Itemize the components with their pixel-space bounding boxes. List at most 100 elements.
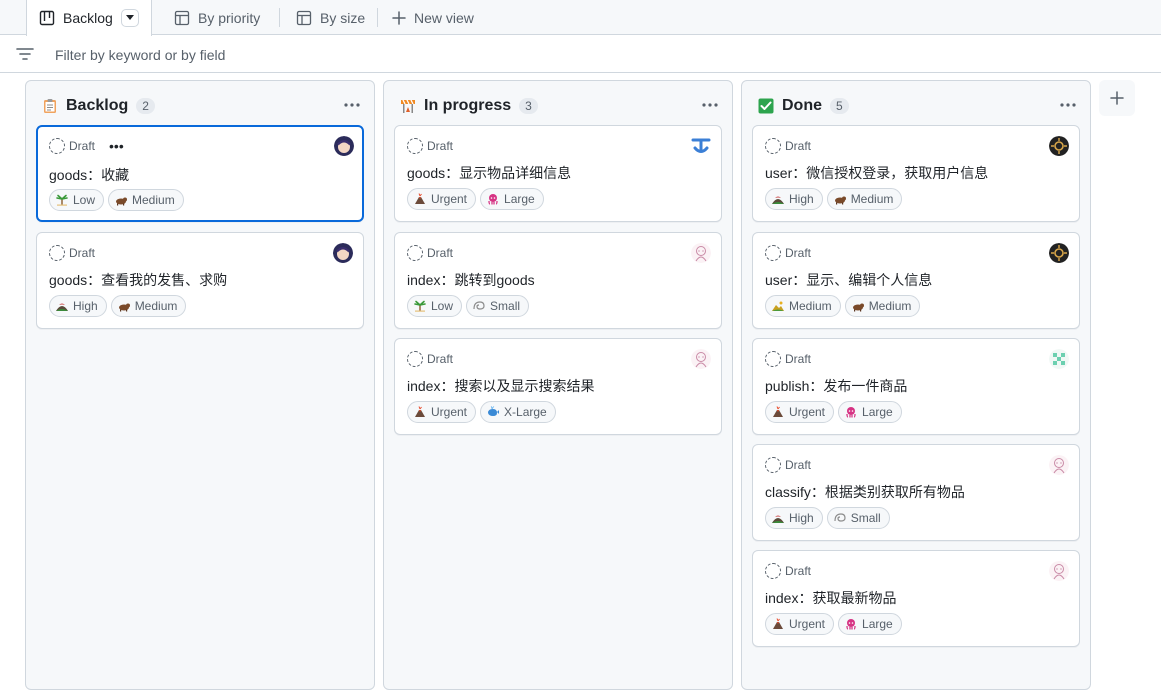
assignee-avatar[interactable] — [1049, 455, 1069, 475]
assignee-avatar[interactable] — [1049, 561, 1069, 581]
clipboard-icon — [42, 98, 58, 114]
assignee-avatar[interactable] — [691, 243, 711, 263]
size-label[interactable]: Large — [838, 613, 902, 635]
card-labels: Urgent X-Large — [407, 401, 556, 423]
column-more-options-button[interactable] — [1058, 97, 1078, 113]
table-icon — [174, 10, 190, 26]
card-labels: Low Small — [407, 295, 530, 317]
card-title[interactable]: user：显示、编辑个人信息 — [765, 270, 932, 290]
column-more-options-button[interactable] — [700, 97, 720, 113]
status-text: Draft — [785, 139, 812, 153]
card-more-options-button[interactable]: ••• — [109, 138, 124, 154]
label-text: Large — [862, 405, 893, 419]
card-title[interactable]: goods：收藏 — [49, 165, 129, 185]
label-text: Low — [73, 193, 96, 207]
draft-issue-icon — [407, 138, 423, 154]
status-text: Draft — [785, 458, 812, 472]
size-label[interactable]: Medium — [826, 188, 903, 210]
draft-card[interactable]: Draft classify：根据类别获取所有物品 High Small — [752, 444, 1080, 541]
draft-card[interactable]: Draft goods：查看我的发售、求购 High Medium — [36, 232, 364, 329]
assignee-avatar[interactable] — [1049, 136, 1069, 156]
card-labels: High Small — [765, 507, 890, 529]
assignee-avatar[interactable] — [1049, 349, 1069, 369]
priority-label[interactable]: Low — [49, 189, 105, 211]
check-box-icon — [758, 98, 774, 114]
card-title[interactable]: goods：查看我的发售、求购 — [49, 270, 227, 290]
draft-status: Draft — [765, 138, 811, 154]
draft-card[interactable]: Draft index：搜索以及显示搜索结果 Urgent X-Large — [394, 338, 722, 435]
draft-status: Draft — [765, 457, 811, 473]
assignee-avatar[interactable] — [333, 243, 353, 263]
volcano-icon — [773, 618, 783, 629]
priority-label[interactable]: High — [49, 295, 107, 317]
assignee-avatar[interactable] — [691, 136, 711, 156]
tab-backlog[interactable]: Backlog — [26, 0, 152, 36]
size-label[interactable]: Small — [826, 507, 890, 529]
tab-by-priority[interactable]: By priority — [174, 0, 260, 35]
assignee-avatar[interactable] — [1049, 243, 1069, 263]
column-title: Backlog — [66, 97, 129, 114]
assignee-avatar[interactable] — [334, 136, 354, 156]
add-column-button[interactable] — [1099, 80, 1135, 116]
card-title[interactable]: publish：发布一件商品 — [765, 376, 907, 396]
rabbit-icon — [834, 196, 846, 205]
card-title[interactable]: index：获取最新物品 — [765, 588, 896, 608]
shell-icon — [473, 301, 485, 310]
tab-by-size[interactable]: By size — [296, 0, 365, 35]
size-label[interactable]: Large — [480, 188, 544, 210]
column-header: Backlog 2 — [42, 95, 155, 117]
draft-card[interactable]: Draft index：获取最新物品 Urgent Large — [752, 550, 1080, 647]
new-view-button[interactable]: New view — [392, 0, 474, 35]
label-text: High — [73, 299, 98, 313]
status-text: Draft — [69, 246, 96, 260]
card-title[interactable]: user：微信授权登录，获取用户信息 — [765, 163, 988, 183]
size-label[interactable]: Medium — [110, 295, 187, 317]
card-title[interactable]: classify：根据类别获取所有物品 — [765, 482, 965, 502]
filter-input[interactable] — [48, 42, 648, 68]
draft-card[interactable]: Draft user：微信授权登录，获取用户信息 High Medium — [752, 125, 1080, 222]
priority-label[interactable]: Urgent — [407, 188, 477, 210]
draft-card[interactable]: Draft goods：显示物品详细信息 Urgent Large — [394, 125, 722, 222]
octopus-icon — [846, 407, 856, 418]
priority-label[interactable]: High — [765, 507, 823, 529]
label-text: Medium — [132, 193, 175, 207]
draft-card[interactable]: Draft ••• goods：收藏 Low Medium — [36, 125, 364, 222]
priority-label[interactable]: Low — [407, 295, 463, 317]
assignee-avatar[interactable] — [691, 349, 711, 369]
draft-status: Draft — [765, 351, 811, 367]
column-count-badge: 5 — [830, 98, 849, 114]
size-label[interactable]: Medium — [108, 189, 184, 211]
label-text: Low — [431, 299, 454, 313]
label-text: Small — [490, 299, 521, 313]
draft-card[interactable]: Draft publish：发布一件商品 Urgent Large — [752, 338, 1080, 435]
label-text: Urgent — [789, 405, 826, 419]
priority-label[interactable]: Urgent — [765, 401, 835, 423]
volcano-icon — [773, 406, 783, 417]
draft-status: Draft — [407, 351, 453, 367]
priority-label[interactable]: Urgent — [765, 613, 835, 635]
priority-label[interactable]: High — [765, 188, 823, 210]
size-label[interactable]: Large — [838, 401, 902, 423]
priority-label[interactable]: Medium — [765, 295, 841, 317]
priority-label[interactable]: Urgent — [407, 401, 477, 423]
card-labels: Urgent Large — [765, 401, 902, 423]
draft-status: Draft — [407, 138, 453, 154]
draft-card[interactable]: Draft user：显示、编辑个人信息 Medium Medium — [752, 232, 1080, 329]
label-text: High — [789, 511, 814, 525]
tab-label: New view — [414, 9, 474, 26]
card-title[interactable]: goods：显示物品详细信息 — [407, 163, 571, 183]
size-label[interactable]: Medium — [844, 295, 921, 317]
tab-label: By size — [320, 9, 366, 26]
volcano-icon — [415, 406, 425, 417]
view-options-dropdown[interactable] — [120, 9, 139, 27]
card-title[interactable]: index：搜索以及显示搜索结果 — [407, 376, 594, 396]
column-more-options-button[interactable] — [342, 97, 362, 113]
tab-divider — [279, 8, 280, 27]
card-title[interactable]: index：跳转到goods — [407, 270, 535, 290]
card-labels: Urgent Large — [765, 613, 902, 635]
draft-issue-icon — [765, 563, 781, 579]
size-label[interactable]: X-Large — [480, 401, 556, 423]
size-label[interactable]: Small — [466, 295, 530, 317]
draft-card[interactable]: Draft index：跳转到goods Low Small — [394, 232, 722, 329]
label-text: Urgent — [431, 192, 468, 206]
